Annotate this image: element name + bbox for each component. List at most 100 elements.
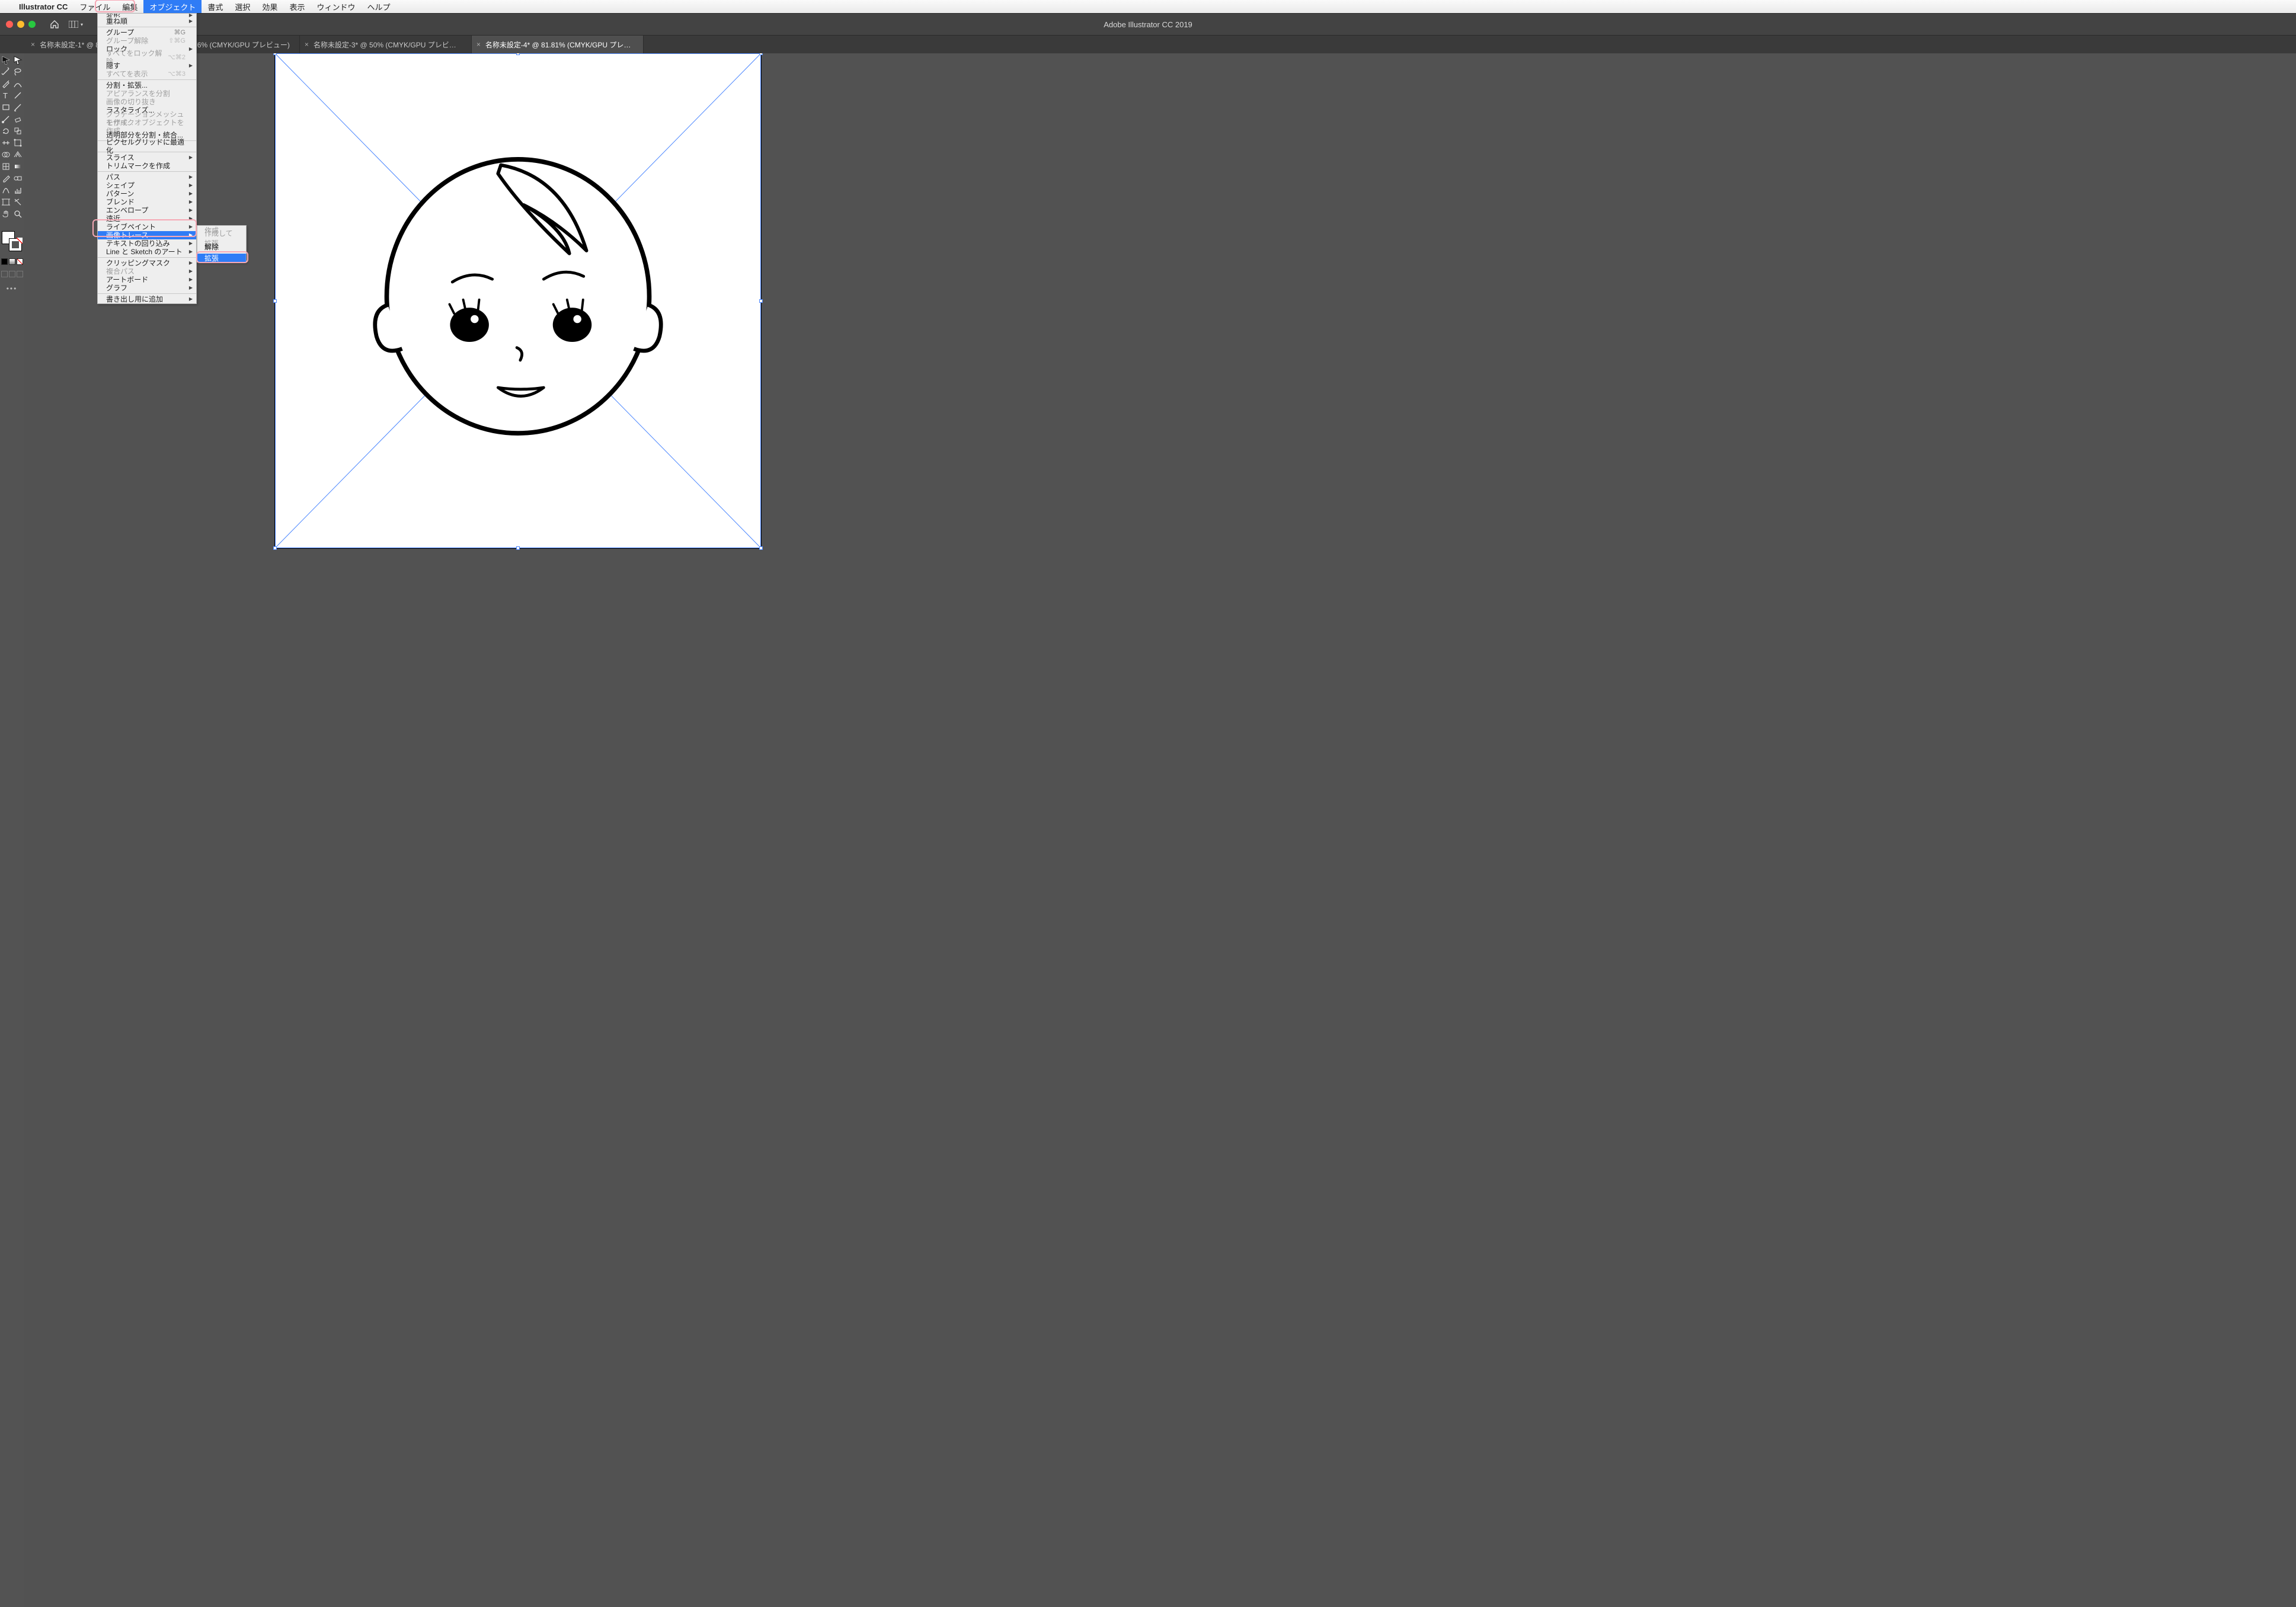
menu-item[interactable]: パス <box>98 173 196 181</box>
draw-behind-icon[interactable] <box>9 271 15 277</box>
draw-modes[interactable] <box>1 271 23 277</box>
stroke-swatch[interactable] <box>9 238 22 251</box>
selection-handle[interactable] <box>273 53 277 55</box>
color-swatch-icon[interactable] <box>1 258 8 265</box>
tool-curve[interactable] <box>12 78 23 89</box>
menu-item: すべてをロック解除⌥⌘2 <box>98 53 196 62</box>
tool-shape-builder[interactable] <box>1 149 11 160</box>
zoom-window[interactable] <box>28 21 36 28</box>
menu-item-label: クリッピングマスク <box>106 259 170 267</box>
tool-lasso[interactable] <box>12 66 23 77</box>
home-button[interactable] <box>46 16 63 33</box>
tool-graph[interactable] <box>12 185 23 196</box>
tool-brush[interactable] <box>12 102 23 113</box>
menu-type[interactable]: 書式 <box>202 0 229 13</box>
tool-gradient[interactable] <box>12 161 23 172</box>
canvas[interactable] <box>26 53 2296 1607</box>
tool-artboard[interactable] <box>1 197 11 207</box>
tab-label: 名称未設定-3* @ 50% (CMYK/GPU プレビュー) <box>314 40 462 50</box>
app-header: ▾ Adobe Illustrator CC 2019 <box>0 13 2296 36</box>
tool-blend[interactable] <box>12 173 23 184</box>
selection-handle[interactable] <box>516 546 520 550</box>
menu-item-label: 隠す <box>106 62 120 70</box>
document-tabs: ×名称未設定-1* @ 80% (…×…定-2* @ 101.76% (CMYK… <box>0 36 2296 53</box>
selection-handle[interactable] <box>273 546 277 550</box>
tool-rotate[interactable] <box>1 126 11 136</box>
menu-item[interactable]: テキストの回り込み <box>98 239 196 248</box>
close-window[interactable] <box>6 21 13 28</box>
menu-item[interactable]: トリムマークを作成 <box>98 162 196 170</box>
menu-item-label: グループ <box>106 28 134 37</box>
menu-item[interactable]: ライブペイント <box>98 223 196 231</box>
document-tab[interactable]: ×名称未設定-4* @ 81.81% (CMYK/GPU プレビュー) <box>472 36 644 53</box>
menu-app[interactable]: Illustrator CC <box>13 0 73 13</box>
menu-item-label: 書き出し用に追加 <box>106 295 163 303</box>
selection-handle[interactable] <box>759 53 763 55</box>
menu-item[interactable]: グラフ <box>98 284 196 292</box>
menu-edit[interactable]: 編集 <box>116 0 143 13</box>
menu-help[interactable]: ヘルプ <box>361 0 396 13</box>
menu-item[interactable]: パターン <box>98 190 196 198</box>
tool-type[interactable]: T <box>1 90 11 101</box>
menu-object[interactable]: オブジェクト <box>143 0 202 13</box>
selection-handle[interactable] <box>273 299 277 303</box>
menu-item[interactable]: 遠近 <box>98 215 196 223</box>
tool-scale[interactable] <box>12 126 23 136</box>
menu-item[interactable]: グループ⌘G <box>98 28 196 37</box>
image-trace-submenu: 作成作成して拡張解除拡張 <box>197 225 247 263</box>
tool-pen[interactable] <box>1 78 11 89</box>
submenu-item[interactable]: 拡張 <box>197 254 246 262</box>
minimize-window[interactable] <box>17 21 24 28</box>
menu-item[interactable]: ブレンド <box>98 198 196 206</box>
tool-rect[interactable] <box>1 102 11 113</box>
tool-direct[interactable] <box>12 55 23 65</box>
tool-select[interactable] <box>1 55 11 65</box>
menu-item[interactable]: 画像トレース <box>98 231 196 239</box>
tool-zoom[interactable] <box>12 209 23 219</box>
menu-item[interactable]: 分割・拡張... <box>98 81 196 89</box>
menu-item[interactable]: シェイプ <box>98 181 196 190</box>
tool-hand[interactable] <box>1 209 11 219</box>
fill-stroke-swatch[interactable] <box>2 231 22 251</box>
menu-item[interactable]: クリッピングマスク <box>98 259 196 267</box>
tool-mesh[interactable] <box>1 161 11 172</box>
menu-item[interactable]: Line と Sketch のアート <box>98 248 196 256</box>
menu-item[interactable]: 隠す <box>98 62 196 70</box>
menu-item[interactable]: ピクセルグリッドに最適化 <box>98 142 196 151</box>
menu-view[interactable]: 表示 <box>283 0 311 13</box>
tool-width[interactable] <box>1 137 11 148</box>
menu-item[interactable]: スライス <box>98 153 196 162</box>
edit-toolbar[interactable]: ••• <box>7 284 18 293</box>
selection-handle[interactable] <box>759 299 763 303</box>
close-tab-icon[interactable]: × <box>305 40 309 49</box>
none-swatch-icon[interactable] <box>17 258 23 265</box>
artboard[interactable] <box>275 53 761 548</box>
color-mode-swatches[interactable] <box>1 258 23 265</box>
menu-item[interactable]: 書き出し用に追加 <box>98 295 196 303</box>
tool-free[interactable] <box>12 137 23 148</box>
menu-window[interactable]: ウィンドウ <box>311 0 361 13</box>
gradient-swatch-icon[interactable] <box>9 258 15 265</box>
tool-shaper[interactable] <box>1 114 11 124</box>
tool-slice[interactable] <box>12 197 23 207</box>
tool-eraser[interactable] <box>12 114 23 124</box>
tool-symbol[interactable] <box>1 185 11 196</box>
menu-effect[interactable]: 効果 <box>256 0 283 13</box>
close-tab-icon[interactable]: × <box>477 40 481 49</box>
draw-normal-icon[interactable] <box>1 271 8 277</box>
tool-eyedrop[interactable] <box>1 173 11 184</box>
selection-handle[interactable] <box>516 53 520 55</box>
close-tab-icon[interactable]: × <box>31 40 35 49</box>
arrange-documents[interactable]: ▾ <box>69 21 83 28</box>
menu-select[interactable]: 選択 <box>229 0 256 13</box>
menu-item[interactable]: アートボード <box>98 276 196 284</box>
menu-file[interactable]: ファイル <box>73 0 116 13</box>
draw-inside-icon[interactable] <box>17 271 23 277</box>
selection-handle[interactable] <box>759 546 763 550</box>
menu-item[interactable]: 重ね順 <box>98 17 196 25</box>
menu-item[interactable]: エンベロープ <box>98 206 196 215</box>
document-tab[interactable]: × 名称未設定-3* @ 50% (CMYK/GPU プレビュー) <box>300 36 472 53</box>
tool-line[interactable] <box>12 90 23 101</box>
tool-perspective[interactable] <box>12 149 23 160</box>
tool-magic[interactable] <box>1 66 11 77</box>
